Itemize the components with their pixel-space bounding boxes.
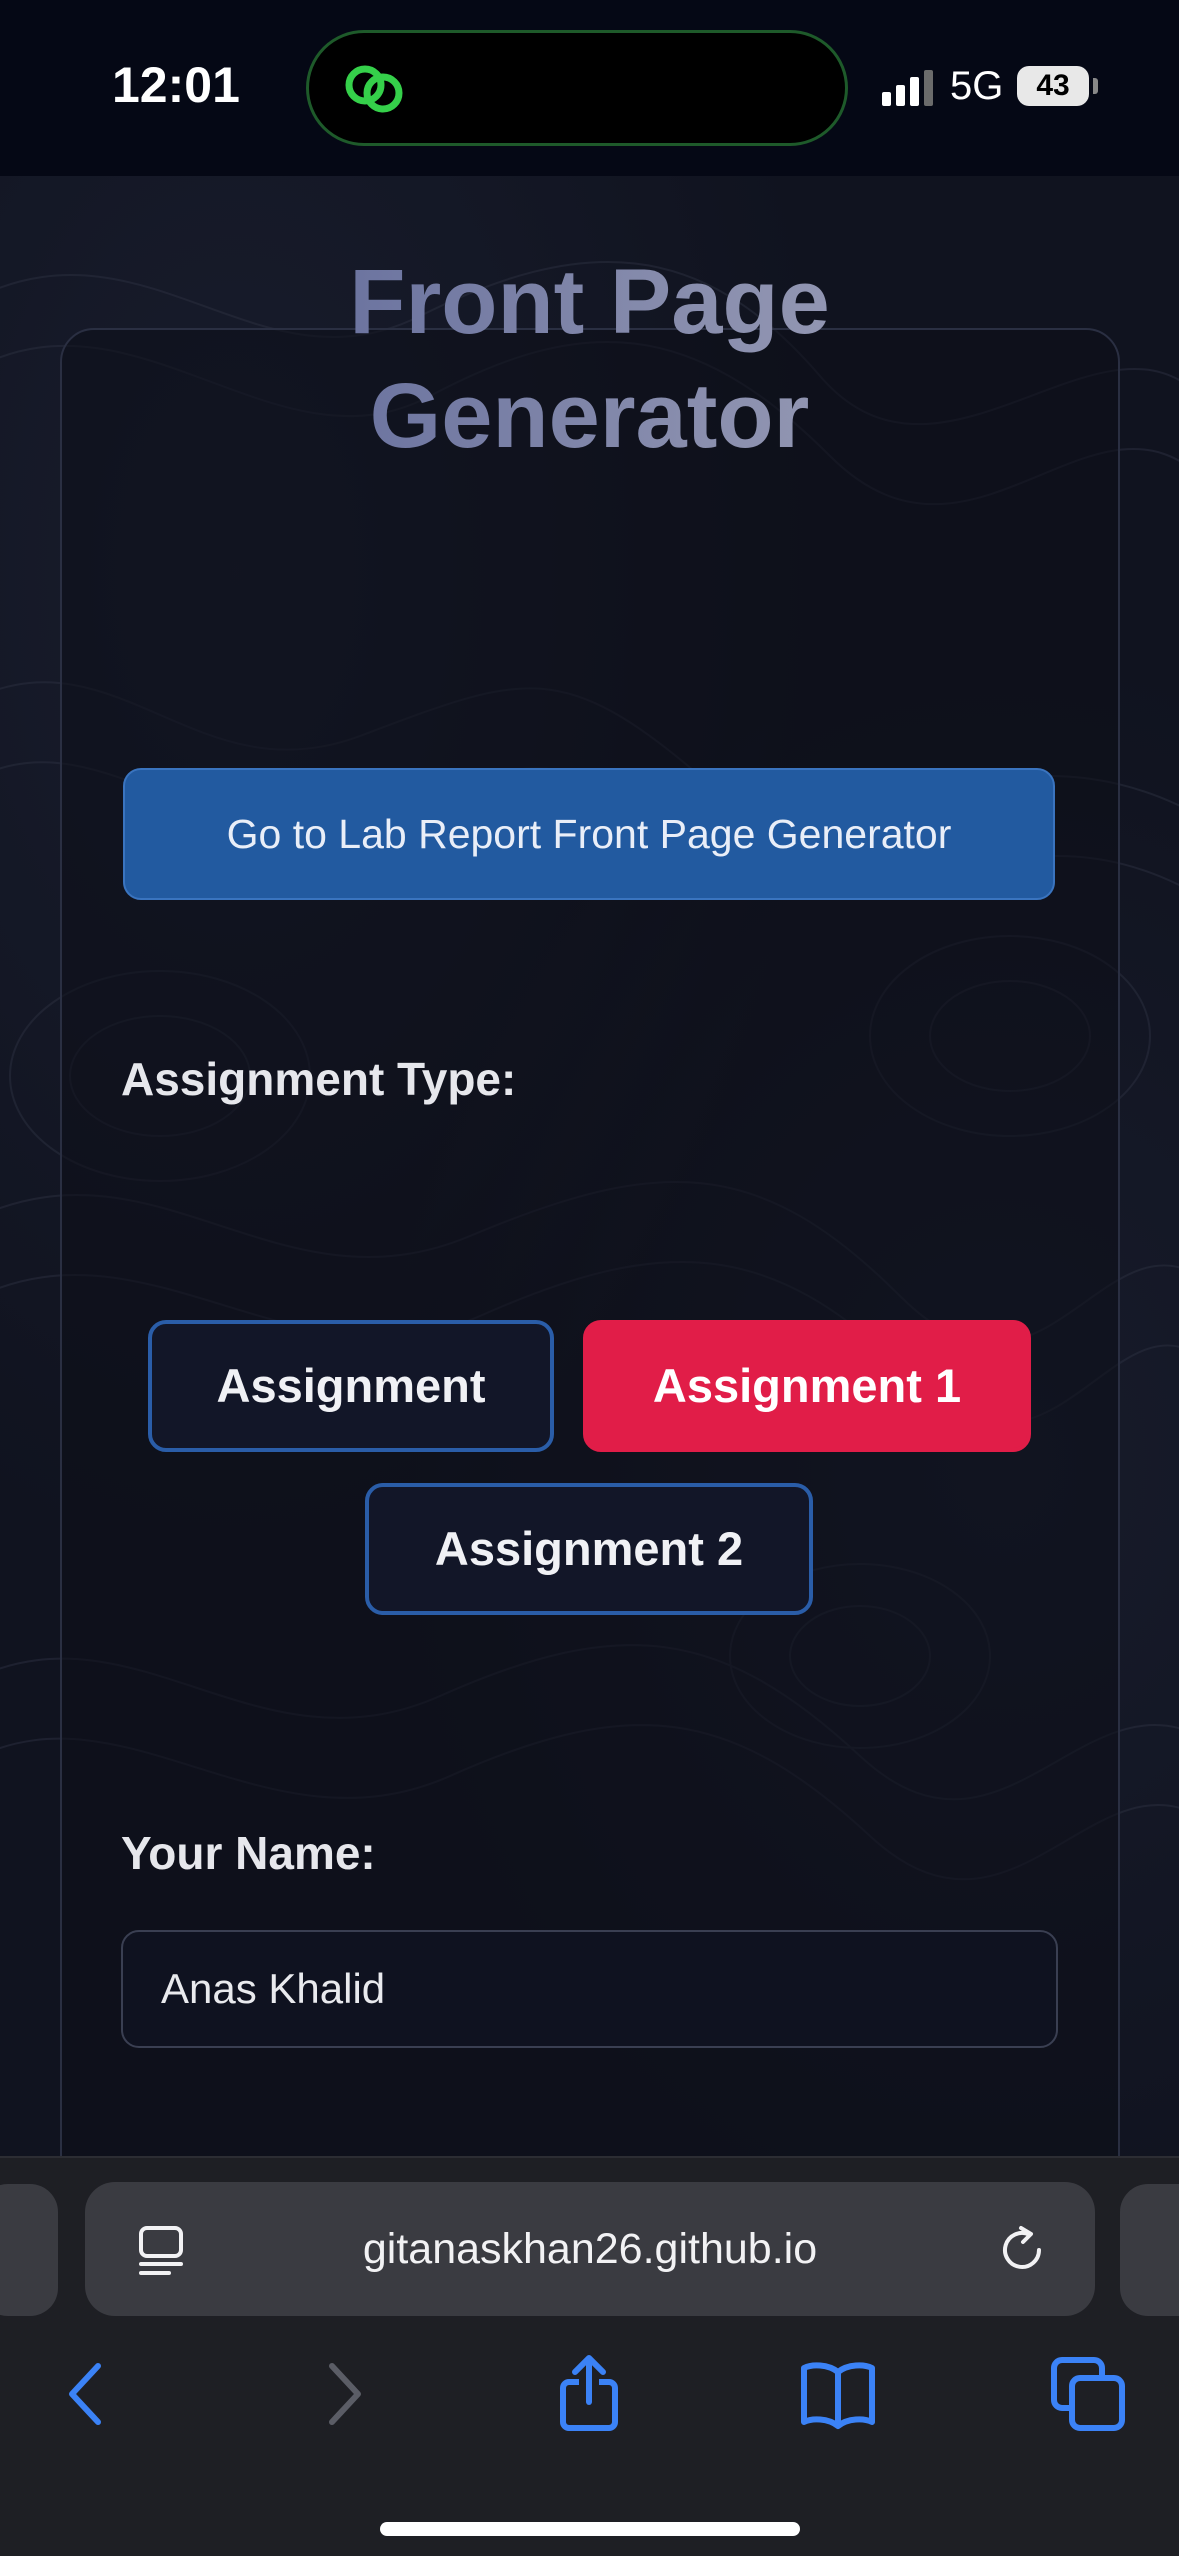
page-title: Front Page Generator xyxy=(0,245,1179,473)
battery-tip xyxy=(1093,78,1098,94)
name-input[interactable]: Anas Khalid xyxy=(121,1930,1058,2048)
page-title-line1: Front Page xyxy=(349,251,830,353)
browser-toolbar: gitanaskhan26.github.io xyxy=(0,2156,1179,2556)
signal-icon xyxy=(882,70,933,106)
network-label: 5G xyxy=(950,64,1004,108)
option-assignment-1-button[interactable]: Assignment 1 xyxy=(583,1320,1031,1452)
url-text: gitanaskhan26.github.io xyxy=(362,2225,818,2273)
tabs-icon[interactable] xyxy=(1048,2354,1128,2434)
battery-icon: 43 xyxy=(1017,66,1089,106)
page-title-line2: Generator xyxy=(369,365,810,467)
share-icon[interactable] xyxy=(549,2354,629,2434)
option-assignment-button[interactable]: Assignment xyxy=(148,1320,554,1452)
bookmarks-icon[interactable] xyxy=(798,2354,878,2434)
your-name-label: Your Name: xyxy=(121,1827,376,1879)
home-indicator[interactable] xyxy=(380,2522,800,2536)
status-bar: 12:01 5G 43 xyxy=(0,0,1179,176)
status-time: 12:01 xyxy=(112,57,240,113)
phone-screen: 12:01 5G 43 Front Page Generator Go to L… xyxy=(0,0,1179,2556)
next-tab-preview[interactable] xyxy=(1120,2184,1179,2316)
linked-rings-icon xyxy=(345,65,403,113)
assignment-type-label: Assignment Type: xyxy=(121,1053,517,1105)
dynamic-island xyxy=(306,30,848,146)
previous-tab-preview[interactable] xyxy=(0,2184,58,2316)
lab-report-button[interactable]: Go to Lab Report Front Page Generator xyxy=(123,768,1055,900)
forward-icon[interactable] xyxy=(302,2354,382,2434)
address-bar[interactable]: gitanaskhan26.github.io xyxy=(85,2182,1095,2316)
option-assignment-2-button[interactable]: Assignment 2 xyxy=(365,1483,813,1615)
back-icon[interactable] xyxy=(48,2354,128,2434)
reload-icon[interactable] xyxy=(995,2222,1051,2278)
